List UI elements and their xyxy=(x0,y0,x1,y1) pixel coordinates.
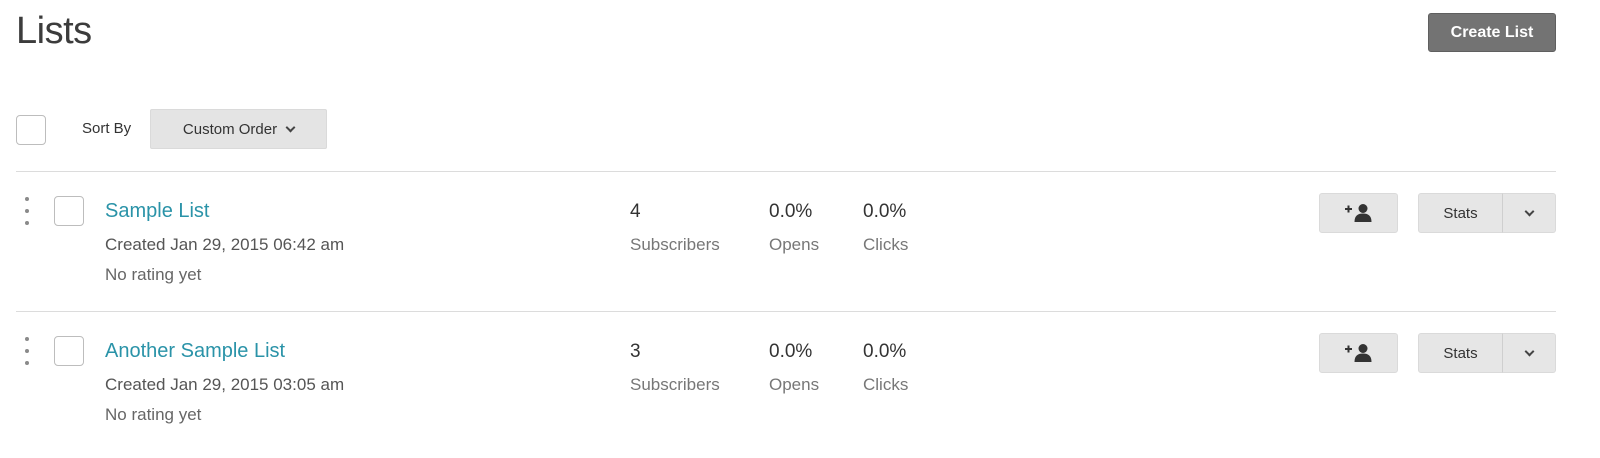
add-user-icon xyxy=(1344,344,1371,362)
subscribers-count: 4 xyxy=(630,201,641,222)
add-subscriber-button[interactable] xyxy=(1319,193,1398,233)
list-name-link[interactable]: Sample List xyxy=(105,199,210,223)
opens-label: Opens xyxy=(769,235,820,254)
stats-button[interactable]: Stats xyxy=(1418,333,1503,373)
list-rating: No rating yet xyxy=(105,405,202,424)
chevron-down-icon xyxy=(1524,346,1534,356)
clicks-rate: 0.0% xyxy=(863,341,907,362)
opens-rate: 0.0% xyxy=(769,201,813,222)
list-row: Sample List Created Jan 29, 2015 06:42 a… xyxy=(0,171,1600,311)
row-checkbox[interactable] xyxy=(54,336,84,366)
opens-label: Opens xyxy=(769,375,820,394)
sort-by-label: Sort By xyxy=(82,120,132,137)
sort-order-select[interactable]: Custom Order xyxy=(150,109,327,149)
page-title: Lists xyxy=(16,10,92,52)
drag-handle-icon[interactable] xyxy=(22,197,32,225)
row-checkbox[interactable] xyxy=(54,196,84,226)
stats-dropdown-button[interactable] xyxy=(1502,193,1556,233)
opens-rate: 0.0% xyxy=(769,341,813,362)
chevron-down-icon xyxy=(1524,206,1534,216)
clicks-label: Clicks xyxy=(863,235,909,254)
add-subscriber-button[interactable] xyxy=(1319,333,1398,373)
select-all-checkbox[interactable] xyxy=(16,115,46,145)
create-list-button[interactable]: Create List xyxy=(1428,13,1556,52)
subscribers-label: Subscribers xyxy=(630,235,720,254)
list-name-link[interactable]: Another Sample List xyxy=(105,339,285,363)
chevron-down-icon xyxy=(285,122,296,132)
add-user-icon xyxy=(1344,204,1371,222)
subscribers-count: 3 xyxy=(630,341,641,362)
list-created-date: Created Jan 29, 2015 06:42 am xyxy=(105,235,345,254)
stats-dropdown-button[interactable] xyxy=(1502,333,1556,373)
clicks-rate: 0.0% xyxy=(863,201,907,222)
stats-button[interactable]: Stats xyxy=(1418,193,1503,233)
list-created-date: Created Jan 29, 2015 03:05 am xyxy=(105,375,345,394)
sort-order-value: Custom Order xyxy=(182,120,278,138)
list-rating: No rating yet xyxy=(105,265,202,284)
subscribers-label: Subscribers xyxy=(630,375,720,394)
drag-handle-icon[interactable] xyxy=(22,337,32,365)
clicks-label: Clicks xyxy=(863,375,909,394)
list-row: Another Sample List Created Jan 29, 2015… xyxy=(0,311,1600,451)
